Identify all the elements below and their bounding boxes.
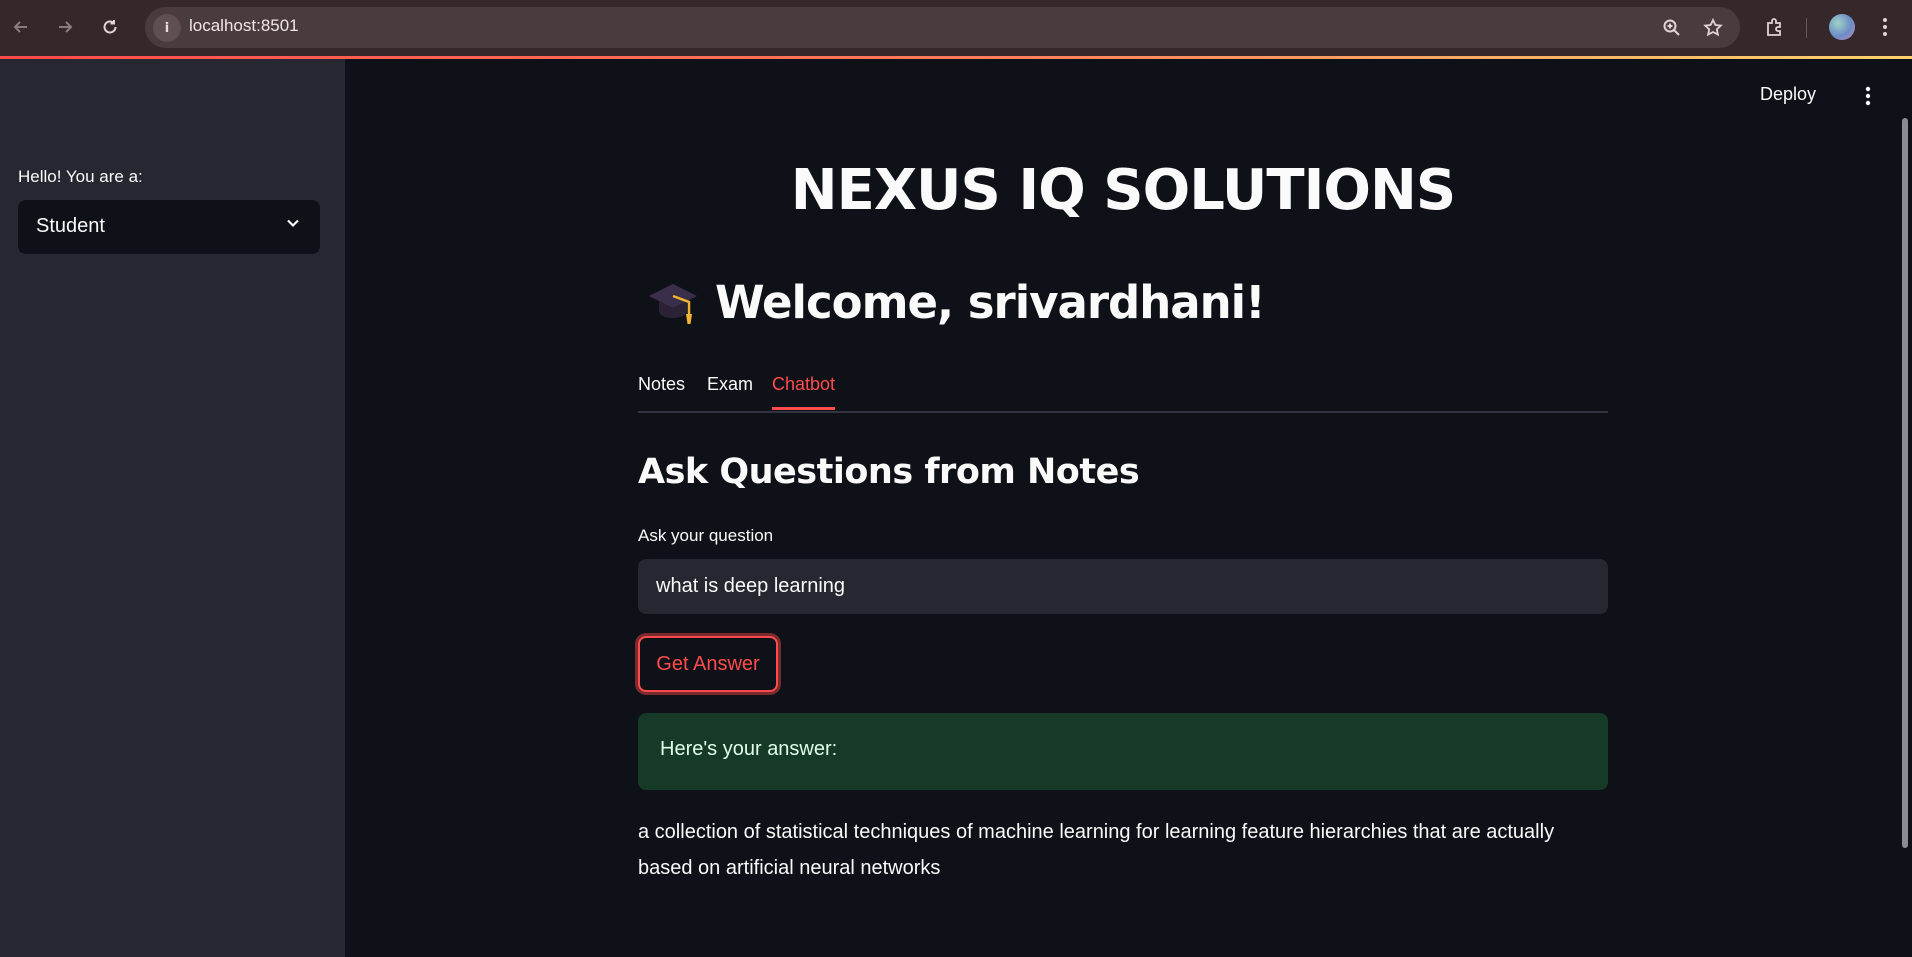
- graduation-cap-icon: [649, 284, 697, 324]
- role-select[interactable]: Student: [18, 200, 320, 254]
- sidebar: Hello! You are a: Student: [0, 59, 345, 957]
- back-arrow-icon[interactable]: [6, 12, 36, 42]
- toolbar-divider: [1806, 18, 1807, 38]
- question-label: Ask your question: [638, 526, 774, 545]
- app-title: NEXUS IQ SOLUTIONS: [790, 158, 1456, 223]
- chevron-down-icon: [287, 219, 299, 228]
- zoom-icon[interactable]: [1660, 16, 1684, 40]
- info-icon[interactable]: i: [153, 14, 181, 42]
- welcome-text: Welcome, srivardhani!: [715, 275, 1266, 329]
- extensions-icon[interactable]: [1760, 13, 1788, 41]
- question-input[interactable]: [638, 559, 1608, 614]
- answer-text: a collection of statistical techniques o…: [638, 821, 1555, 879]
- role-label: Hello! You are a:: [18, 167, 143, 186]
- get-answer-button[interactable]: Get Answer: [638, 636, 778, 692]
- deploy-button[interactable]: Deploy: [1760, 84, 1816, 105]
- bookmark-star-icon[interactable]: [1701, 16, 1725, 40]
- role-select-value: Student: [36, 215, 105, 237]
- success-alert: Here's your answer:: [638, 713, 1608, 790]
- tab-chatbot[interactable]: Chatbot: [772, 374, 836, 410]
- url-text: localhost:8501: [189, 16, 299, 35]
- profile-avatar[interactable]: [1829, 14, 1855, 40]
- address-bar[interactable]: i localhost:8501: [145, 7, 1740, 48]
- scrollbar[interactable]: [1902, 118, 1908, 848]
- welcome-heading: Welcome, srivardhani!: [645, 274, 1266, 330]
- tab-notes[interactable]: Notes: [638, 374, 685, 407]
- section-heading: Ask Questions from Notes: [638, 452, 1140, 492]
- forward-arrow-icon[interactable]: [50, 12, 80, 42]
- success-message: Here's your answer:: [660, 738, 838, 760]
- browser-toolbar: i localhost:8501: [0, 0, 1912, 56]
- more-vert-icon[interactable]: [1860, 84, 1876, 108]
- browser-menu-icon[interactable]: [1871, 13, 1899, 41]
- tab-exam[interactable]: Exam: [707, 374, 753, 407]
- tab-bar: Notes Exam Chatbot: [638, 370, 1608, 413]
- reload-icon[interactable]: [95, 12, 125, 42]
